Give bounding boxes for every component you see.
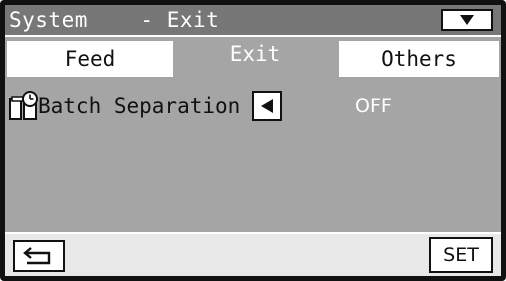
screen-title: System - Exit (9, 8, 220, 32)
return-arrow-icon (23, 247, 51, 265)
tab-others[interactable]: Others (339, 41, 499, 77)
title-bar: System - Exit (5, 5, 501, 37)
batch-separation-toggle-button[interactable] (252, 91, 282, 121)
bottom-bar: SET (5, 232, 501, 276)
back-button[interactable] (13, 240, 65, 272)
menu-dropdown-button[interactable] (441, 9, 493, 31)
tab-exit[interactable]: Exit (175, 38, 335, 80)
left-triangle-icon (261, 99, 273, 113)
tab-exit-label: Exit (229, 42, 281, 66)
batch-separation-icon (9, 91, 38, 120)
down-triangle-icon (460, 15, 474, 25)
tab-feed[interactable]: Feed (7, 41, 173, 77)
set-button-label: SET (443, 244, 479, 266)
tab-others-label: Others (381, 47, 457, 71)
set-button[interactable]: SET (429, 237, 493, 273)
lcd-panel: System - Exit Feed Exit Others Batch Sep… (0, 0, 506, 281)
tab-feed-label: Feed (64, 47, 116, 71)
batch-separation-value: OFF (355, 95, 392, 117)
batch-separation-label: Batch Separation (38, 94, 241, 118)
